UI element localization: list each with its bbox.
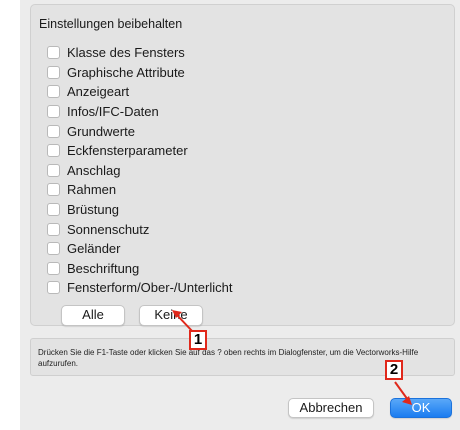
option-label: Brüstung [67,202,120,218]
settings-group: Einstellungen beibehalten Klasse des Fen… [30,4,455,326]
option-bruestung[interactable]: Brüstung [47,200,232,220]
option-anzeigeart[interactable]: Anzeigeart [47,82,232,102]
callout-1-badge: 1 [189,330,207,350]
option-anschlag[interactable]: Anschlag [47,161,232,181]
checkbox[interactable] [47,222,60,236]
option-grundwerte[interactable]: Grundwerte [47,121,232,141]
cancel-button[interactable]: Abbrechen [288,398,374,418]
option-label: Geländer [67,241,121,257]
checkbox[interactable] [47,281,60,295]
checkbox[interactable] [47,105,60,119]
option-label: Beschriftung [67,260,140,276]
option-sonnenschutz[interactable]: Sonnenschutz [47,219,232,239]
option-gelaender[interactable]: Geländer [47,239,232,259]
option-beschriftung[interactable]: Beschriftung [47,259,232,279]
checkbox[interactable] [47,144,60,158]
option-fensterform[interactable]: Fensterform/Ober-/Unterlicht [47,278,232,298]
checkbox[interactable] [47,163,60,177]
select-none-button[interactable]: Keine [139,305,203,326]
checkbox[interactable] [47,203,60,217]
option-rahmen[interactable]: Rahmen [47,180,232,200]
option-label: Anzeigeart [67,84,130,100]
option-label: Sonnenschutz [67,221,150,237]
checkbox[interactable] [47,242,60,256]
option-label: Klasse des Fensters [67,45,185,61]
checkbox[interactable] [47,183,60,197]
option-label: Graphische Attribute [67,64,185,80]
option-infos-ifc[interactable]: Infos/IFC-Daten [47,102,232,122]
checkbox[interactable] [47,65,60,79]
option-klasse[interactable]: Klasse des Fensters [47,43,232,63]
checkbox[interactable] [47,261,60,275]
select-all-button[interactable]: Alle [61,305,125,326]
option-label: Rahmen [67,182,117,198]
ok-button[interactable]: OK [390,398,452,418]
checkbox[interactable] [47,124,60,138]
option-label: Fensterform/Ober-/Unterlicht [67,280,233,296]
callout-2-badge: 2 [385,360,403,380]
options-list: Klasse des Fensters Graphische Attribute… [47,43,232,298]
option-graphische-attribute[interactable]: Graphische Attribute [47,63,232,83]
checkbox[interactable] [47,46,60,60]
option-label: Anschlag [67,162,121,178]
checkbox[interactable] [47,85,60,99]
option-label: Infos/IFC-Daten [67,104,159,120]
option-label: Grundwerte [67,123,135,139]
option-eckfensterparameter[interactable]: Eckfensterparameter [47,141,232,161]
option-label: Eckfensterparameter [67,143,188,159]
group-title: Einstellungen beibehalten [39,17,183,31]
